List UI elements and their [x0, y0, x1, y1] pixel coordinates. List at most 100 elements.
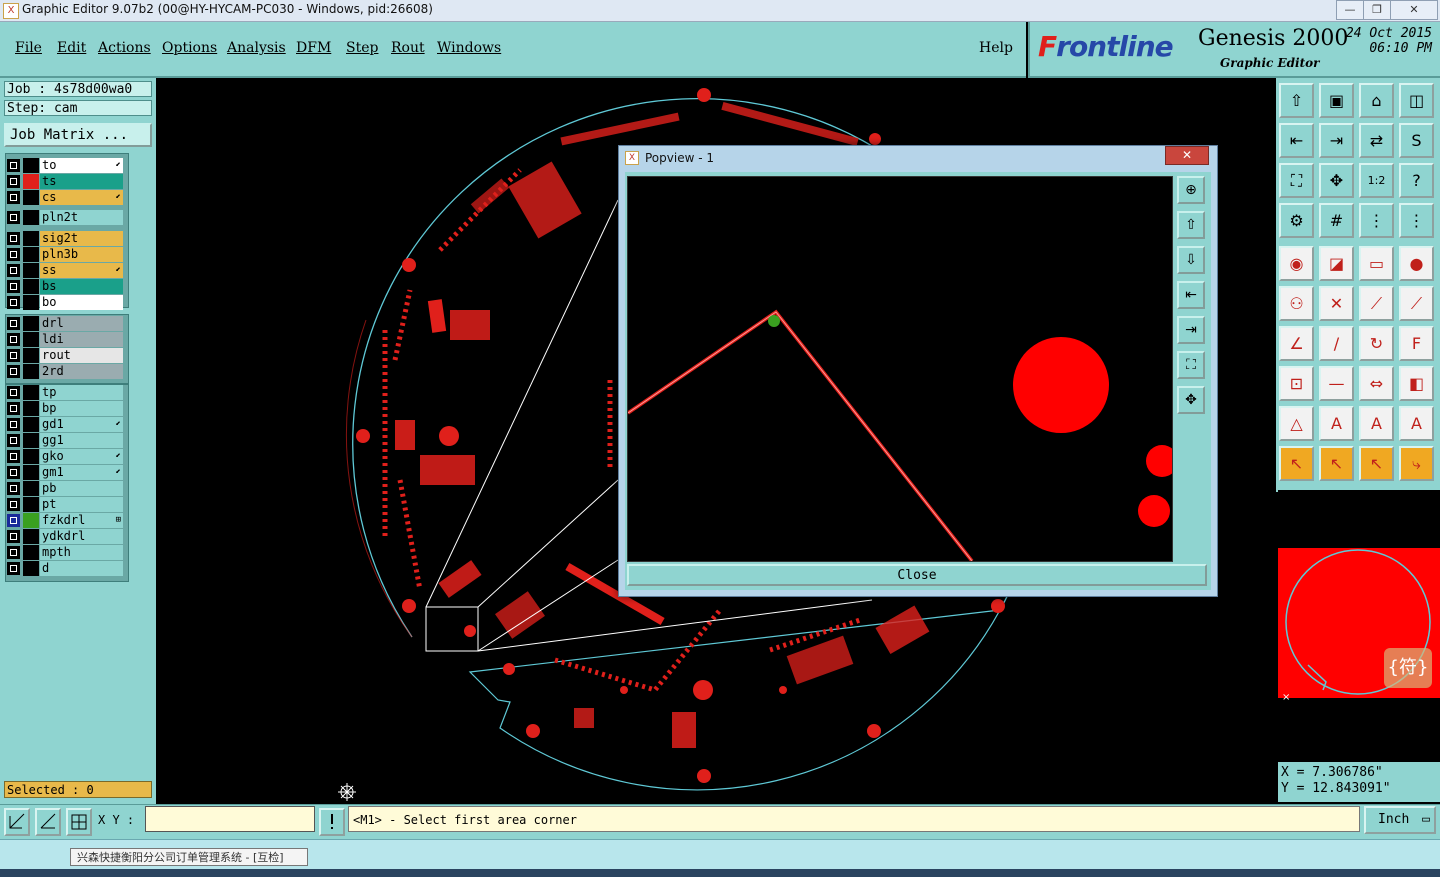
unit-select[interactable]: Inch ▭ [1364, 806, 1436, 834]
layer-name[interactable]: fzkdrl ⊞ [40, 513, 123, 528]
text-icon[interactable]: F [1399, 326, 1434, 361]
layer-row[interactable]: pln2t [7, 210, 123, 225]
layer-color-swatch[interactable] [23, 433, 39, 448]
layer-color-swatch[interactable] [23, 158, 39, 173]
layer-checkbox[interactable] [7, 317, 20, 330]
layer-row[interactable]: gko ⬋ [7, 449, 123, 464]
layer-color-swatch[interactable] [23, 332, 39, 347]
layer-color-swatch[interactable] [23, 529, 39, 544]
layer-color-swatch[interactable] [23, 210, 39, 225]
connect-icon[interactable]: ⚇ [1279, 286, 1314, 321]
popview-canvas[interactable] [627, 176, 1178, 563]
pan-left-icon[interactable]: ⇤ [1279, 123, 1314, 158]
layer-row[interactable]: drl [7, 316, 123, 331]
layer-row[interactable]: to ⬋ [7, 158, 123, 173]
layer-name[interactable]: ss ⬋ [40, 263, 123, 278]
layer-color-swatch[interactable] [23, 401, 39, 416]
layer-name[interactable]: 2rd [40, 364, 123, 379]
layer-checkbox[interactable] [7, 211, 20, 224]
rotate-icon[interactable]: S [1399, 123, 1434, 158]
popview-pan-icon[interactable]: ✥ [1177, 386, 1205, 414]
layer-row[interactable]: fzkdrl ⊞ [7, 513, 123, 528]
menu-rout[interactable]: Rout [391, 40, 425, 56]
layer-row[interactable]: d [7, 561, 123, 576]
layer-name[interactable]: pb [40, 481, 123, 496]
layer-checkbox[interactable] [7, 280, 20, 293]
layer-name[interactable]: sig2t [40, 231, 123, 246]
layer-name[interactable]: d [40, 561, 123, 576]
layer-row[interactable]: bo [7, 295, 123, 310]
layer-checkbox[interactable] [7, 418, 20, 431]
measure-icon[interactable]: ⚙ [1279, 203, 1314, 238]
flip-icon[interactable]: ⇄ [1359, 123, 1394, 158]
popview-fit-icon[interactable]: ⛶ [1177, 351, 1205, 379]
menu-windows[interactable]: Windows [437, 40, 501, 56]
layer-checkbox[interactable] [7, 264, 20, 277]
line-icon[interactable]: / [1319, 326, 1354, 361]
close-button[interactable]: ✕ [1390, 0, 1438, 20]
layer-name[interactable]: drl [40, 316, 123, 331]
layer-row[interactable]: tp [7, 385, 123, 400]
snapshot-icon[interactable]: ▣ [1319, 83, 1354, 118]
layer-row[interactable]: mpth [7, 545, 123, 560]
menu-dfm[interactable]: DFM [296, 40, 331, 56]
cross-icon[interactable]: ✕ [1319, 286, 1354, 321]
layer-checkbox[interactable] [7, 546, 20, 559]
layer-color-swatch[interactable] [23, 316, 39, 331]
layer-row[interactable]: ldi [7, 332, 123, 347]
circle-icon[interactable]: ● [1399, 246, 1434, 281]
layer-name[interactable]: gg1 [40, 433, 123, 448]
shapes-icon[interactable]: ◧ [1399, 366, 1434, 401]
menu-edit[interactable]: Edit [57, 40, 86, 56]
layer-color-swatch[interactable] [23, 174, 39, 189]
layer-name[interactable]: mpth [40, 545, 123, 560]
layer-checkbox[interactable] [7, 191, 20, 204]
layer-checkbox[interactable] [7, 232, 20, 245]
layer-checkbox[interactable] [7, 333, 20, 346]
layer-name[interactable]: pt [40, 497, 123, 512]
scale-1-2-icon[interactable]: 1:2 [1359, 163, 1394, 198]
layer-row[interactable]: pb [7, 481, 123, 496]
layers-alt-icon[interactable]: ⋮ [1399, 203, 1434, 238]
layer-color-swatch[interactable] [23, 348, 39, 363]
layer-row[interactable]: pln3b [7, 247, 123, 262]
layer-name[interactable]: gko ⬋ [40, 449, 123, 464]
layer-name[interactable]: bs [40, 279, 123, 294]
layer-color-swatch[interactable] [23, 561, 39, 576]
layer-color-swatch[interactable] [23, 279, 39, 294]
snap-icon[interactable] [4, 808, 30, 836]
move-icon[interactable]: ⊡ [1279, 366, 1314, 401]
pan-right-icon[interactable]: ⇥ [1319, 123, 1354, 158]
triangle-icon[interactable]: △ [1279, 406, 1314, 441]
layer-checkbox[interactable] [7, 349, 20, 362]
triangle-b-icon[interactable]: A [1359, 406, 1394, 441]
zoom-fit-icon[interactable]: ✥ [1319, 163, 1354, 198]
layer-name[interactable]: ldi [40, 332, 123, 347]
layer-checkbox[interactable] [7, 386, 20, 399]
os-taskbar[interactable] [0, 869, 1440, 877]
layer-checkbox[interactable] [7, 402, 20, 415]
menu-step[interactable]: Step [346, 40, 378, 56]
layer-name[interactable]: bp [40, 401, 123, 416]
layer-name[interactable]: gd1 ⬋ [40, 417, 123, 432]
ruler-icon[interactable]: ▭ [1359, 246, 1394, 281]
layer-color-swatch[interactable] [23, 295, 39, 310]
fit-icon[interactable]: ⛶ [1279, 163, 1314, 198]
layer-checkbox[interactable] [7, 175, 20, 188]
layer-color-swatch[interactable] [23, 497, 39, 512]
layer-row[interactable]: rout [7, 348, 123, 363]
layer-color-swatch[interactable] [23, 481, 39, 496]
layer-checkbox[interactable] [7, 248, 20, 261]
layer-row[interactable]: bp [7, 401, 123, 416]
angle-snap-icon[interactable] [35, 808, 61, 836]
layer-checkbox[interactable] [7, 498, 20, 511]
layer-color-swatch[interactable] [23, 385, 39, 400]
layer-color-swatch[interactable] [23, 545, 39, 560]
layer-checkbox[interactable] [7, 514, 20, 527]
menu-options[interactable]: Options [162, 40, 217, 56]
popview-right-icon[interactable]: ⇥ [1177, 316, 1205, 344]
layer-name[interactable]: pln3b [40, 247, 123, 262]
layer-row[interactable]: gg1 [7, 433, 123, 448]
layer-row[interactable]: cs ⬋ [7, 190, 123, 205]
layer-row[interactable]: gd1 ⬋ [7, 417, 123, 432]
